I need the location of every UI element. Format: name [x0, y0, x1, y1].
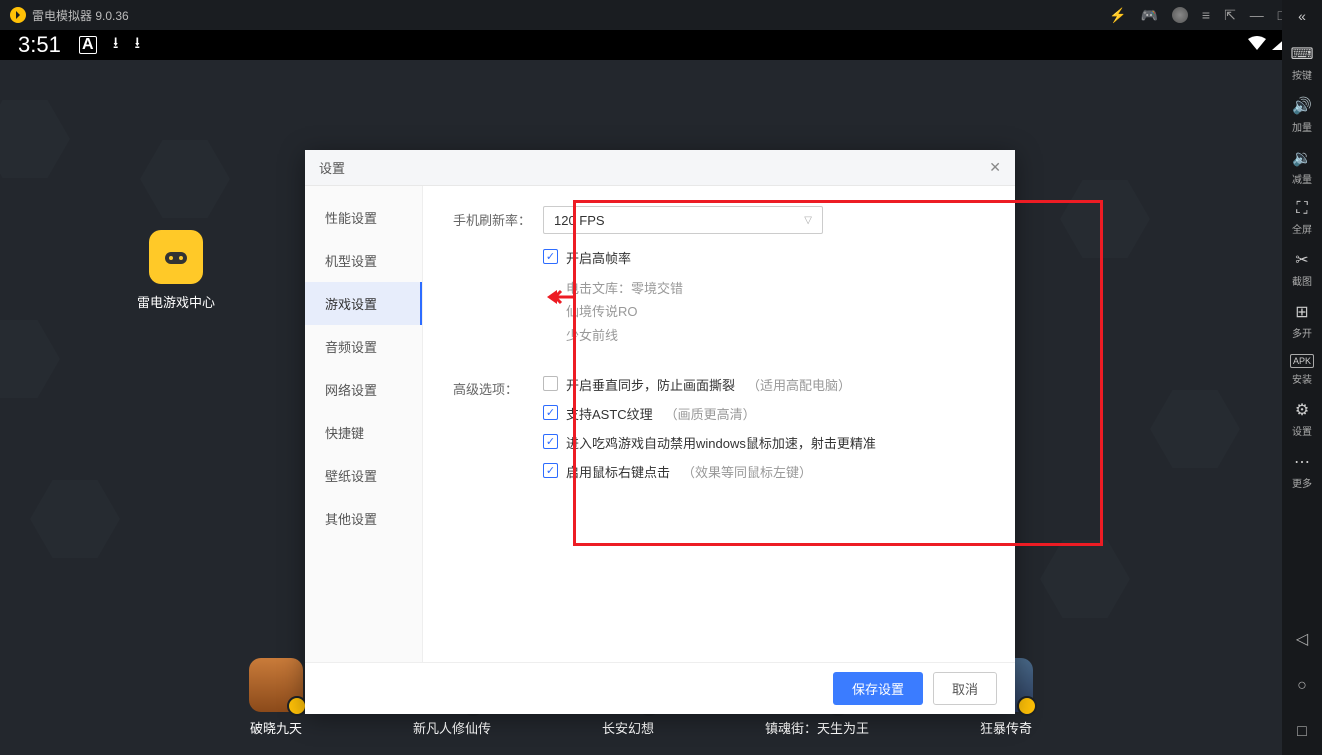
nav-back-button[interactable]: ◁ — [1296, 629, 1308, 649]
mouse-accel-checkbox[interactable]: ✓ — [543, 434, 558, 449]
astc-hint: （画质更高清） — [665, 404, 756, 423]
dialog-sidebar: 性能设置 机型设置 游戏设置 音频设置 网络设置 快捷键 壁纸设置 其他设置 — [305, 186, 423, 662]
save-button[interactable]: 保存设置 — [833, 672, 923, 705]
apk-icon: APK — [1290, 354, 1314, 368]
dialog-title: 设置 — [319, 158, 989, 177]
volume-down-icon: 🔉 — [1292, 148, 1312, 168]
android-statusbar: 3:51 A ⭳ ⭳ — [0, 30, 1322, 60]
vsync-hint: （适用高配电脑） — [747, 375, 851, 394]
dock-label: 破晓九天 — [249, 718, 303, 737]
desktop-icon-game-center[interactable]: 雷电游戏中心 — [126, 230, 226, 311]
more-icon: ⋯ — [1294, 452, 1310, 472]
sidebar-more[interactable]: ⋯更多 — [1292, 452, 1312, 490]
astc-checkbox[interactable]: ✓ — [543, 405, 558, 420]
sidebar-fullscreen[interactable]: ⛶全屏 — [1292, 200, 1312, 236]
scissors-icon: ✂ — [1295, 250, 1308, 270]
high-fps-label: 开启高帧率 — [566, 248, 631, 267]
clock: 3:51 — [18, 32, 61, 58]
tab-network[interactable]: 网络设置 — [305, 368, 422, 411]
multi-instance-icon: ⊞ — [1295, 302, 1308, 322]
sidebar-keymap[interactable]: ⌨按键 — [1290, 44, 1313, 82]
keyboard-icon: ⌨ — [1290, 44, 1313, 64]
refresh-rate-value: 120 FPS — [554, 213, 605, 228]
nav-home-button[interactable]: ○ — [1297, 677, 1307, 695]
right-sidebar: « ⌨按键 🔊加量 🔉减量 ⛶全屏 ✂截图 ⊞多开 APK安装 ⚙设置 ⋯更多 … — [1282, 0, 1322, 755]
right-click-label: 启用鼠标右键点击 — [566, 462, 670, 481]
sidebar-volume-down[interactable]: 🔉减量 — [1292, 148, 1312, 186]
game-center-icon — [149, 230, 203, 284]
nav-recent-button[interactable]: □ — [1297, 723, 1307, 741]
gear-icon: ⚙ — [1295, 400, 1309, 420]
download-icon: ⭳ — [134, 32, 140, 59]
right-click-hint: （效果等同鼠标左键） — [682, 462, 812, 481]
download-icon: ⭳ — [113, 32, 119, 59]
avatar[interactable] — [1172, 7, 1188, 23]
refresh-label: 手机刷新率： — [453, 206, 543, 234]
right-click-checkbox[interactable]: ✓ — [543, 463, 558, 478]
menu-icon[interactable]: ≡ — [1202, 7, 1210, 23]
dialog-content: 手机刷新率： 120 FPS ▽ ✓ 开启高帧率 — [423, 186, 1015, 662]
sidebar-settings[interactable]: ⚙设置 — [1292, 400, 1312, 438]
external-icon[interactable]: ⇱ — [1224, 7, 1236, 24]
tab-model[interactable]: 机型设置 — [305, 239, 422, 282]
chevron-down-icon: ▽ — [804, 215, 812, 226]
vsync-label: 开启垂直同步，防止画面撕裂 — [566, 375, 735, 394]
vsync-checkbox[interactable]: ✓ — [543, 376, 558, 391]
sidebar-screenshot[interactable]: ✂截图 — [1292, 250, 1312, 288]
lang-badge: A — [79, 36, 97, 54]
refresh-rate-select[interactable]: 120 FPS ▽ — [543, 206, 823, 234]
dialog-close-button[interactable]: ✕ — [989, 159, 1001, 176]
mouse-accel-label: 进入吃鸡游戏自动禁用windows鼠标加速，射击更精准 — [566, 433, 876, 452]
bolt-icon[interactable]: ⚡ — [1109, 7, 1126, 24]
dock-label: 长安幻想 — [601, 718, 655, 737]
collapse-sidebar-button[interactable]: « — [1298, 8, 1306, 24]
titlebar: 雷电模拟器 9.0.36 ⚡ 🎮 ≡ ⇱ — □ ✕ — [0, 0, 1322, 30]
dialog-header: 设置 ✕ — [305, 150, 1015, 186]
advanced-label: 高级选项： — [453, 375, 543, 491]
high-fps-game-list: 电击文库：零境交错 仙境传说RO 少女前线 — [566, 277, 985, 347]
dock-label: 狂暴传奇 — [979, 718, 1033, 737]
dock-label: 镇魂街：天生为王 — [765, 718, 869, 737]
volume-up-icon: 🔊 — [1292, 96, 1312, 116]
gamepad-icon[interactable]: 🎮 — [1140, 7, 1157, 24]
dock-item[interactable]: 破晓九天 — [249, 658, 303, 737]
cancel-button[interactable]: 取消 — [933, 672, 997, 705]
app-logo — [10, 7, 26, 23]
tab-game[interactable]: 游戏设置 — [305, 282, 422, 325]
astc-label: 支持ASTC纹理 — [566, 404, 653, 423]
sidebar-install[interactable]: APK安装 — [1290, 354, 1314, 386]
minimize-button[interactable]: — — [1250, 7, 1264, 23]
tab-audio[interactable]: 音频设置 — [305, 325, 422, 368]
dock-label: 新凡人修仙传 — [413, 718, 491, 737]
tab-other[interactable]: 其他设置 — [305, 497, 422, 540]
settings-dialog: 设置 ✕ 性能设置 机型设置 游戏设置 音频设置 网络设置 快捷键 壁纸设置 其… — [305, 150, 1015, 714]
main-area: 雷电游戏中心 破晓九天 新凡人修仙传 长安幻想 镇魂街：天生为王 狂暴传奇 设置… — [0, 60, 1322, 755]
high-fps-checkbox[interactable]: ✓ — [543, 249, 558, 264]
tab-wallpaper[interactable]: 壁纸设置 — [305, 454, 422, 497]
wifi-icon — [1248, 36, 1266, 55]
fullscreen-icon: ⛶ — [1296, 200, 1307, 218]
app-title: 雷电模拟器 9.0.36 — [32, 7, 1109, 24]
tab-performance[interactable]: 性能设置 — [305, 196, 422, 239]
tab-shortcut[interactable]: 快捷键 — [305, 411, 422, 454]
sidebar-multi[interactable]: ⊞多开 — [1292, 302, 1312, 340]
sidebar-volume-up[interactable]: 🔊加量 — [1292, 96, 1312, 134]
dialog-footer: 保存设置 取消 — [305, 662, 1015, 714]
desktop-icon-label: 雷电游戏中心 — [126, 292, 226, 311]
